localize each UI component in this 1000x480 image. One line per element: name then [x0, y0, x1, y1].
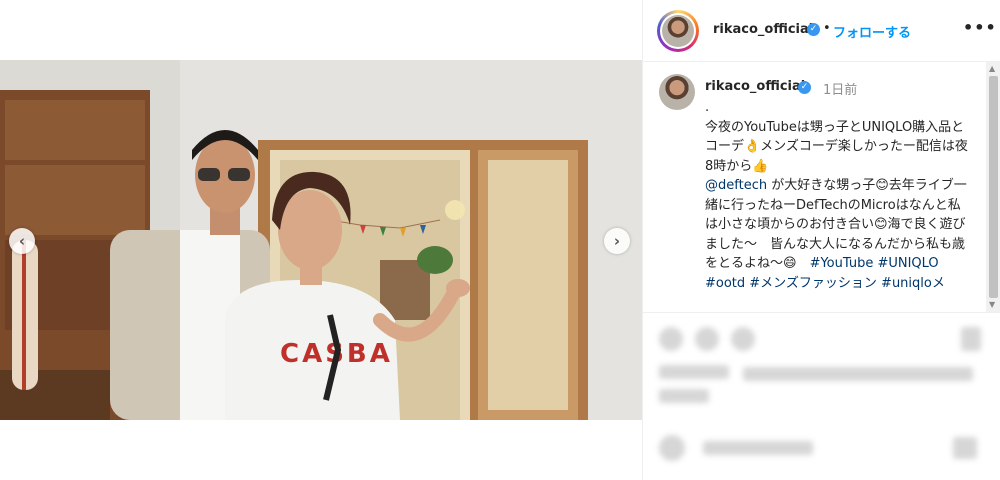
caption-scrollbar[interactable]: ▲ ▼: [986, 62, 1000, 312]
post-photo: CASBA: [0, 60, 642, 420]
header-dot-separator: •: [823, 21, 831, 36]
blurred-text: [703, 441, 813, 455]
scroll-up-arrow-icon[interactable]: ▲: [989, 64, 995, 73]
blurred-text: [659, 389, 709, 403]
blurred-text: [743, 367, 973, 381]
caption-section: rikaco_official ✓ 1日前 . 今夜のYouTubeは甥っ子とU…: [643, 62, 1000, 312]
caption-username-link[interactable]: rikaco_official: [705, 79, 805, 94]
caption-avatar[interactable]: [659, 74, 695, 110]
caption-verified-badge-icon: ✓: [798, 81, 811, 94]
blurred-text: [659, 365, 729, 379]
chevron-right-icon: ›: [613, 232, 621, 250]
verified-badge-icon: ✓: [807, 23, 820, 36]
chevron-left-icon: ‹: [18, 232, 26, 250]
avatar-image: [662, 15, 694, 47]
blurred-icon: [961, 327, 981, 351]
follow-button[interactable]: フォローする: [833, 22, 911, 41]
caption-lead: .: [705, 100, 710, 115]
caption-text-part-1: 今夜のYouTubeは甥っ子とUNIQLO購入品とコーデ👌メンズコーデ楽しかった…: [705, 119, 968, 174]
blurred-icon: [659, 327, 683, 351]
caption-text: . 今夜のYouTubeは甥っ子とUNIQLO購入品とコーデ👌メンズコーデ楽しか…: [705, 98, 973, 293]
mention-link[interactable]: @deftech: [705, 178, 767, 193]
more-options-icon[interactable]: •••: [963, 18, 997, 37]
blurred-icon: [695, 327, 719, 351]
hashtag-links-1[interactable]: #YouTube #UNIQLO: [810, 256, 939, 271]
blurred-icon: [953, 437, 977, 459]
next-photo-button[interactable]: ›: [604, 228, 630, 254]
caption-timestamp[interactable]: 1日前: [823, 79, 857, 98]
hashtag-links-2[interactable]: #ootd #メンズファッション #uniqloメ: [705, 276, 945, 291]
blurred-icon: [731, 327, 755, 351]
previous-photo-button[interactable]: ‹: [9, 228, 35, 254]
blurred-comments-area: [643, 312, 1000, 480]
blurred-icon: [659, 435, 685, 461]
header-avatar[interactable]: [657, 10, 699, 52]
post-media-area: CASBA ‹ ›: [0, 0, 642, 480]
header-username-link[interactable]: rikaco_official: [713, 22, 813, 37]
post-side-panel: rikaco_official ✓ • フォローする ••• rikaco_of…: [642, 0, 1000, 480]
scroll-down-arrow-icon[interactable]: ▼: [989, 300, 995, 309]
post-header: rikaco_official ✓ • フォローする •••: [643, 0, 1000, 62]
scroll-thumb[interactable]: [989, 76, 998, 298]
